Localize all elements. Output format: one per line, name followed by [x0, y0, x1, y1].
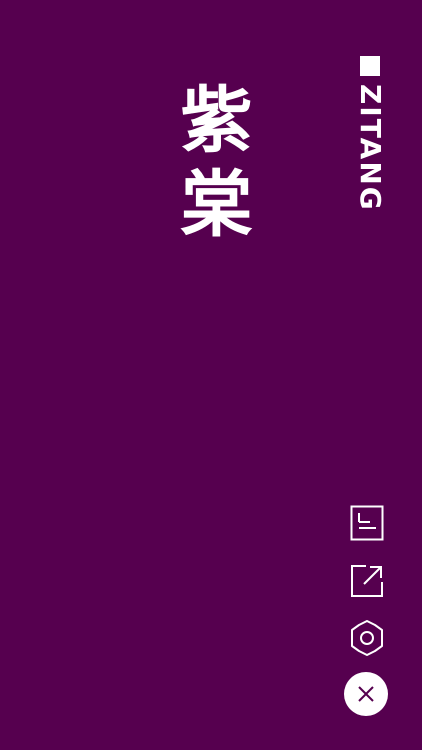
- settings-button[interactable]: [346, 617, 388, 659]
- color-detail-screen: 紫棠 ZITANG: [0, 0, 422, 750]
- detail-button[interactable]: [346, 502, 388, 544]
- settings-gear-icon: [351, 620, 383, 656]
- romanization-block: ZITANG: [350, 56, 390, 226]
- share-button[interactable]: [346, 560, 388, 602]
- close-icon: [358, 686, 374, 702]
- share-icon: [351, 565, 383, 597]
- color-romanization: ZITANG: [354, 84, 387, 212]
- color-chinese-name: 紫棠: [168, 82, 253, 250]
- square-marker-icon: [360, 56, 380, 76]
- document-icon: [350, 505, 384, 541]
- close-button[interactable]: [344, 672, 388, 716]
